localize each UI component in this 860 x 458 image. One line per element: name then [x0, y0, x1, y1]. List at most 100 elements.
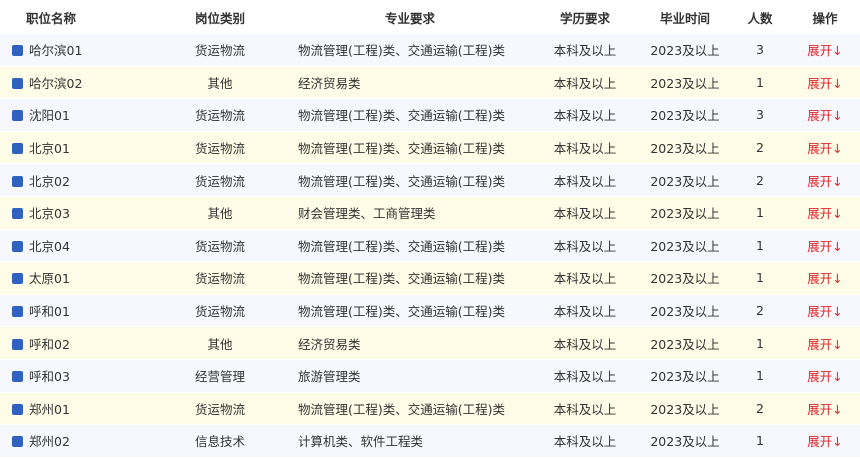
expand-link[interactable]: 展开↓ — [807, 369, 842, 384]
position-name-cell: 北京02 — [0, 163, 150, 197]
square-marker-icon — [12, 273, 23, 285]
job-table: 职位名称 岗位类别 专业要求 学历要求 毕业时间 人数 操作 哈尔滨01 货运物流… — [0, 0, 860, 458]
expand-link[interactable]: 展开↓ — [807, 108, 842, 123]
position-name-cell: 呼和01 — [0, 294, 150, 328]
category-cell: 货运物流 — [150, 294, 290, 328]
expand-link[interactable]: 展开↓ — [807, 239, 842, 254]
expand-link[interactable]: 展开↓ — [807, 434, 842, 449]
category-cell: 其他 — [150, 326, 290, 360]
graduation-cell: 2023及以上 — [640, 392, 730, 426]
header-education: 学历要求 — [530, 0, 640, 34]
header-action: 操作 — [790, 0, 860, 34]
graduation-cell: 2023及以上 — [640, 66, 730, 100]
action-cell: 展开↓ — [790, 131, 860, 165]
expand-link[interactable]: 展开↓ — [807, 304, 842, 319]
count-cell: 2 — [730, 294, 790, 328]
action-cell: 展开↓ — [790, 261, 860, 295]
table-row: 北京04 货运物流 物流管理(工程)类、交通运输(工程)类 本科及以上 2023及以上 1… — [0, 229, 860, 263]
square-marker-icon — [12, 371, 23, 383]
graduation-cell: 2023及以上 — [640, 131, 730, 165]
major-cell: 财会管理类、工商管理类 — [290, 196, 530, 230]
major-cell: 物流管理(工程)类、交通运输(工程)类 — [290, 229, 530, 263]
graduation-cell: 2023及以上 — [640, 359, 730, 393]
position-name: 哈尔滨01 — [29, 43, 83, 59]
position-name: 呼和01 — [29, 304, 70, 320]
table-body: 哈尔滨01 货运物流 物流管理(工程)类、交通运输(工程)类 本科及以上 2023及以上… — [0, 34, 860, 458]
table-header: 职位名称 岗位类别 专业要求 学历要求 毕业时间 人数 操作 — [0, 0, 860, 34]
education-cell: 本科及以上 — [530, 294, 640, 328]
education-cell: 本科及以上 — [530, 34, 640, 67]
table-row: 北京01 货运物流 物流管理(工程)类、交通运输(工程)类 本科及以上 2023及以上 2… — [0, 131, 860, 165]
square-marker-icon — [12, 240, 23, 252]
graduation-cell: 2023及以上 — [640, 229, 730, 263]
education-cell: 本科及以上 — [530, 98, 640, 132]
position-name-cell: 沈阳01 — [0, 98, 150, 132]
major-cell: 物流管理(工程)类、交通运输(工程)类 — [290, 392, 530, 426]
action-cell: 展开↓ — [790, 359, 860, 393]
category-cell: 货运物流 — [150, 98, 290, 132]
expand-link[interactable]: 展开↓ — [807, 337, 842, 352]
action-cell: 展开↓ — [790, 66, 860, 100]
count-cell: 1 — [730, 424, 790, 458]
position-name-cell: 北京03 — [0, 196, 150, 230]
category-cell: 其他 — [150, 196, 290, 230]
table-row: 郑州01 货运物流 物流管理(工程)类、交通运输(工程)类 本科及以上 2023及以上 2… — [0, 392, 860, 426]
major-cell: 物流管理(工程)类、交通运输(工程)类 — [290, 98, 530, 132]
square-marker-icon — [12, 77, 23, 89]
count-cell: 2 — [730, 163, 790, 197]
major-cell: 物流管理(工程)类、交通运输(工程)类 — [290, 34, 530, 67]
table-row: 太原01 货运物流 物流管理(工程)类、交通运输(工程)类 本科及以上 2023及以上 1… — [0, 261, 860, 295]
expand-link[interactable]: 展开↓ — [807, 206, 842, 221]
square-marker-icon — [12, 175, 23, 187]
position-name: 郑州01 — [29, 401, 70, 417]
action-cell: 展开↓ — [790, 196, 860, 230]
major-cell: 计算机类、软件工程类 — [290, 424, 530, 458]
header-count: 人数 — [730, 0, 790, 34]
count-cell: 2 — [730, 131, 790, 165]
count-cell: 3 — [730, 98, 790, 132]
count-cell: 1 — [730, 66, 790, 100]
action-cell: 展开↓ — [790, 294, 860, 328]
square-marker-icon — [12, 306, 23, 318]
action-cell: 展开↓ — [790, 34, 860, 67]
category-cell: 经营管理 — [150, 359, 290, 393]
major-cell: 经济贸易类 — [290, 326, 530, 360]
expand-link[interactable]: 展开↓ — [807, 141, 842, 156]
expand-link[interactable]: 展开↓ — [807, 402, 842, 417]
education-cell: 本科及以上 — [530, 66, 640, 100]
category-cell: 货运物流 — [150, 131, 290, 165]
count-cell: 1 — [730, 229, 790, 263]
graduation-cell: 2023及以上 — [640, 34, 730, 67]
position-name-cell: 郑州01 — [0, 392, 150, 426]
education-cell: 本科及以上 — [530, 163, 640, 197]
table-row: 沈阳01 货运物流 物流管理(工程)类、交通运输(工程)类 本科及以上 2023及以上 3… — [0, 98, 860, 132]
header-category: 岗位类别 — [150, 0, 290, 34]
major-cell: 经济贸易类 — [290, 66, 530, 100]
square-marker-icon — [12, 403, 23, 415]
position-name-cell: 郑州02 — [0, 424, 150, 458]
education-cell: 本科及以上 — [530, 326, 640, 360]
category-cell: 货运物流 — [150, 392, 290, 426]
table-row: 呼和02 其他 经济贸易类 本科及以上 2023及以上 1 展开↓ — [0, 326, 860, 360]
square-marker-icon — [12, 436, 23, 448]
square-marker-icon — [12, 45, 23, 57]
expand-link[interactable]: 展开↓ — [807, 271, 842, 286]
position-name: 呼和02 — [29, 336, 70, 352]
expand-link[interactable]: 展开↓ — [807, 76, 842, 91]
graduation-cell: 2023及以上 — [640, 196, 730, 230]
position-name: 呼和03 — [29, 369, 70, 385]
header-position-name: 职位名称 — [0, 0, 150, 34]
major-cell: 物流管理(工程)类、交通运输(工程)类 — [290, 261, 530, 295]
position-name-cell: 呼和03 — [0, 359, 150, 393]
graduation-cell: 2023及以上 — [640, 424, 730, 458]
expand-link[interactable]: 展开↓ — [807, 174, 842, 189]
category-cell: 货运物流 — [150, 163, 290, 197]
graduation-cell: 2023及以上 — [640, 98, 730, 132]
education-cell: 本科及以上 — [530, 131, 640, 165]
table-row: 哈尔滨01 货运物流 物流管理(工程)类、交通运输(工程)类 本科及以上 2023及以上… — [0, 34, 860, 67]
count-cell: 1 — [730, 196, 790, 230]
graduation-cell: 2023及以上 — [640, 294, 730, 328]
expand-link[interactable]: 展开↓ — [807, 43, 842, 58]
square-marker-icon — [12, 110, 23, 122]
square-marker-icon — [12, 338, 23, 350]
